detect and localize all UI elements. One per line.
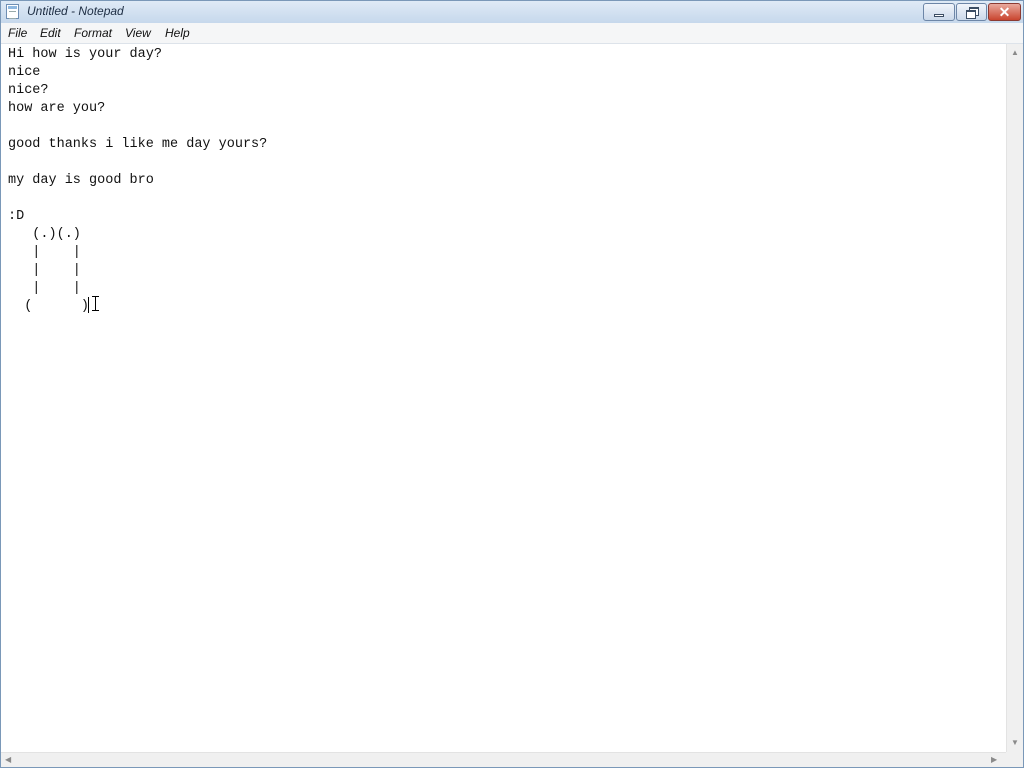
horizontal-scrollbar[interactable]: ◀ ▶: [1, 752, 1006, 767]
menu-bar: File Edit Format View Help: [1, 23, 1023, 44]
close-icon: ✕: [998, 4, 1011, 20]
document-text[interactable]: Hi how is your day? nice nice? how are y…: [8, 46, 267, 316]
text-cursor-icon: [91, 295, 101, 313]
notepad-icon[interactable]: [6, 4, 19, 19]
minimize-button[interactable]: [923, 3, 955, 21]
restore-icon: [966, 7, 979, 19]
restore-button[interactable]: [956, 3, 987, 21]
title-bar[interactable]: Untitled - Notepad ✕: [1, 1, 1023, 23]
window-title: Untitled - Notepad: [27, 4, 124, 18]
menu-view[interactable]: View: [125, 26, 151, 40]
text-caret: [88, 297, 89, 313]
scroll-down-icon[interactable]: ▼: [1011, 738, 1019, 748]
menu-help[interactable]: Help: [165, 26, 190, 40]
scroll-right-icon[interactable]: ▶: [991, 755, 997, 765]
menu-edit[interactable]: Edit: [40, 26, 61, 40]
vertical-scrollbar[interactable]: ▲ ▼: [1006, 44, 1023, 752]
scroll-up-icon[interactable]: ▲: [1011, 48, 1019, 58]
minimize-icon: [934, 14, 944, 17]
menu-file[interactable]: File: [8, 26, 27, 40]
notepad-window: Untitled - Notepad ✕ File Edit Format Vi…: [0, 0, 1024, 768]
scroll-left-icon[interactable]: ◀: [5, 755, 11, 765]
close-button[interactable]: ✕: [988, 3, 1021, 21]
text-editor-area[interactable]: Hi how is your day? nice nice? how are y…: [1, 44, 1006, 752]
scrollbar-corner: [1006, 752, 1023, 767]
menu-format[interactable]: Format: [74, 26, 112, 40]
